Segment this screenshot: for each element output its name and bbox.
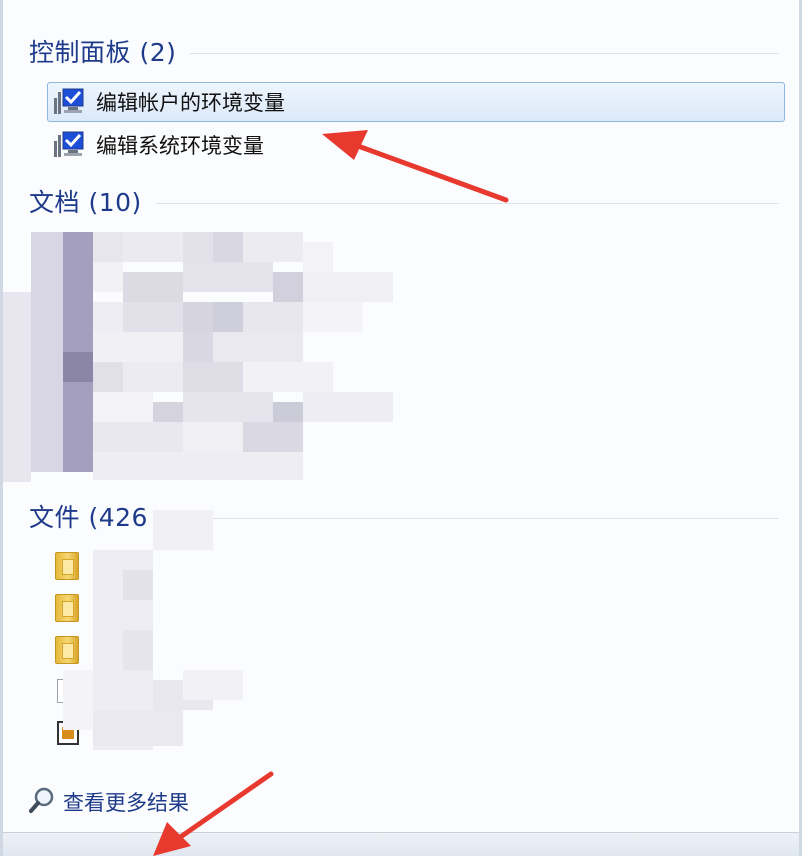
section-divider: [190, 52, 779, 54]
section-divider: [155, 202, 779, 204]
redacted-document-results: [3, 232, 403, 482]
documents-section-title: 文档 (10): [29, 188, 142, 217]
more-results-link[interactable]: 查看更多结果: [29, 786, 189, 818]
search-results-panel: 控制面板 (2) 编辑帐户的环境变量 编辑系统环境变量 文档 (10) 文件 (…: [0, 0, 802, 856]
result-label: 编辑系统环境变量: [96, 134, 264, 158]
result-edit-account-env-vars[interactable]: 编辑帐户的环境变量: [47, 82, 785, 122]
monitor-checkmark-icon: [52, 88, 86, 116]
section-divider: [211, 517, 779, 519]
search-icon: [29, 786, 55, 818]
monitor-checkmark-icon: [52, 131, 86, 159]
search-box-bar[interactable]: [3, 832, 799, 856]
more-results-label: 查看更多结果: [63, 791, 189, 815]
documents-section-header: 文档 (10): [29, 184, 779, 218]
result-label: 编辑帐户的环境变量: [96, 91, 285, 115]
control-panel-section-header: 控制面板 (2): [29, 34, 779, 68]
control-panel-section-title: 控制面板 (2): [29, 38, 177, 67]
result-edit-system-env-vars[interactable]: 编辑系统环境变量: [47, 125, 785, 165]
redacted-file-results: [63, 510, 253, 750]
